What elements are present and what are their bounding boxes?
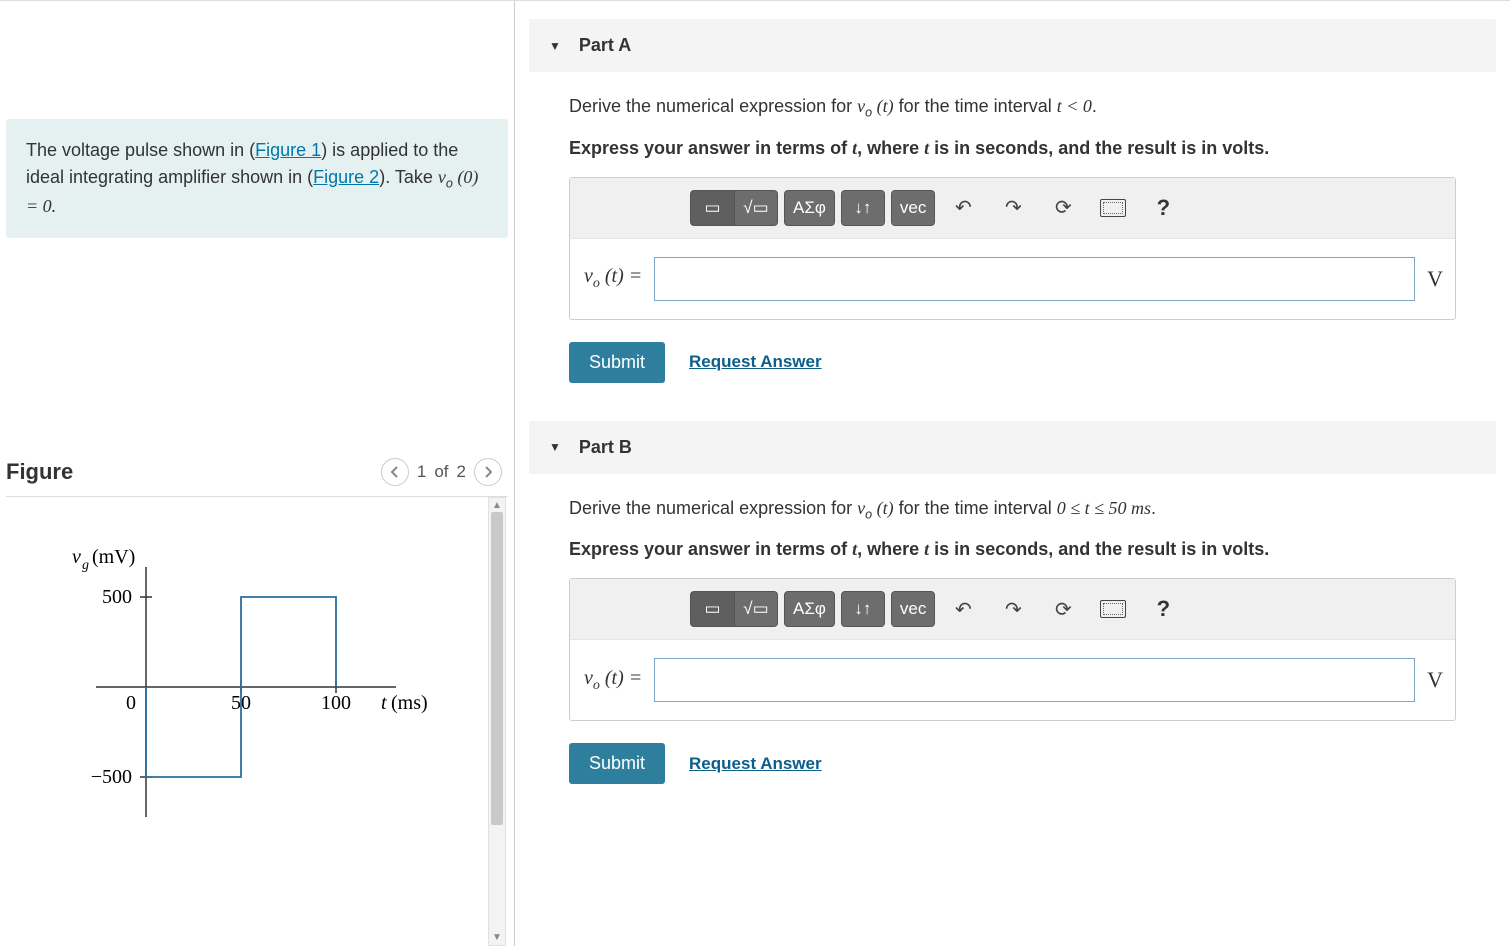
figure-chart: 500 −500 0 50 100 v g (mV) t (ms): [36, 527, 456, 847]
subscript-button[interactable]: ↓↑: [841, 591, 885, 627]
sqrt-button[interactable]: √▭: [734, 591, 778, 627]
v0-sub: o: [446, 177, 453, 191]
scroll-thumb[interactable]: [491, 512, 503, 825]
part-a-instruction: Express your answer in terms of t, where…: [569, 138, 1456, 159]
part-a-header[interactable]: ▼ Part A: [529, 19, 1496, 72]
figure-1-link[interactable]: Figure 1: [255, 140, 321, 160]
keyboard-button[interactable]: [1091, 591, 1135, 627]
answer-lhs: vo (t) =: [582, 667, 642, 694]
unit-label: V: [1427, 266, 1443, 292]
subscript-button[interactable]: ↓↑: [841, 190, 885, 226]
part-a-answer-box: ▭ √▭ ΑΣφ ↓↑ vec ↶ ↷ ⟳ ? vo (t) = V: [569, 177, 1456, 320]
caret-down-icon: ▼: [549, 39, 561, 53]
template-button[interactable]: ▭: [690, 190, 734, 226]
part-b-answer-box: ▭ √▭ ΑΣφ ↓↑ vec ↶ ↷ ⟳ ? vo (t) = V: [569, 578, 1456, 721]
keyboard-icon: [1100, 600, 1126, 618]
template-button[interactable]: ▭: [690, 591, 734, 627]
part-b-answer-input[interactable]: [654, 658, 1415, 702]
figure-scrollbar[interactable]: ▲ ▼: [488, 497, 506, 946]
chevron-right-icon: [484, 466, 492, 478]
sqrt-button[interactable]: √▭: [734, 190, 778, 226]
svg-text:100: 100: [321, 692, 351, 714]
svg-text:t: t: [381, 692, 387, 714]
next-figure-button[interactable]: [474, 458, 502, 486]
part-a-answer-input[interactable]: [654, 257, 1415, 301]
page-total: 2: [457, 462, 466, 482]
problem-text: ). Take: [379, 167, 438, 187]
undo-button[interactable]: ↶: [941, 591, 985, 627]
page-of: of: [434, 462, 448, 482]
scroll-down-icon[interactable]: ▼: [490, 930, 504, 945]
part-b-header[interactable]: ▼ Part B: [529, 421, 1496, 474]
reset-button[interactable]: ⟳: [1041, 190, 1085, 226]
part-b-title: Part B: [579, 437, 632, 458]
answer-lhs: vo (t) =: [582, 265, 642, 292]
greek-button[interactable]: ΑΣφ: [784, 591, 835, 627]
page-current: 1: [417, 462, 426, 482]
vector-button[interactable]: vec: [891, 190, 935, 226]
figure-pager: 1 of 2: [381, 458, 502, 486]
part-a-prompt: Derive the numerical expression for vo (…: [569, 96, 1456, 120]
svg-text:0: 0: [126, 692, 136, 714]
part-b-prompt: Derive the numerical expression for vo (…: [569, 498, 1456, 522]
part-a-submit-button[interactable]: Submit: [569, 342, 665, 383]
figure-header: Figure 1 of 2: [6, 458, 508, 490]
problem-statement: The voltage pulse shown in (Figure 1) is…: [6, 119, 508, 238]
v0-var: v: [438, 167, 446, 187]
part-b-instruction: Express your answer in terms of t, where…: [569, 539, 1456, 560]
undo-button[interactable]: ↶: [941, 190, 985, 226]
vector-button[interactable]: vec: [891, 591, 935, 627]
svg-text:500: 500: [102, 586, 132, 608]
reset-button[interactable]: ⟳: [1041, 591, 1085, 627]
figure-title: Figure: [6, 459, 73, 485]
svg-text:v: v: [72, 546, 81, 568]
redo-button[interactable]: ↷: [991, 190, 1035, 226]
greek-button[interactable]: ΑΣφ: [784, 190, 835, 226]
equation-toolbar: ▭ √▭ ΑΣφ ↓↑ vec ↶ ↷ ⟳ ?: [570, 579, 1455, 640]
left-pane: The voltage pulse shown in (Figure 1) is…: [0, 1, 515, 946]
chevron-left-icon: [391, 466, 399, 478]
right-pane: ▼ Part A Derive the numerical expression…: [515, 1, 1510, 946]
help-button[interactable]: ?: [1141, 190, 1185, 226]
svg-text:(mV): (mV): [92, 546, 135, 568]
svg-text:(ms): (ms): [391, 692, 428, 714]
scroll-up-icon[interactable]: ▲: [490, 498, 504, 513]
redo-button[interactable]: ↷: [991, 591, 1035, 627]
part-b-request-answer-link[interactable]: Request Answer: [689, 754, 822, 774]
keyboard-button[interactable]: [1091, 190, 1135, 226]
part-a-request-answer-link[interactable]: Request Answer: [689, 352, 822, 372]
figure-viewport: 500 −500 0 50 100 v g (mV) t (ms) ▲ ▼: [6, 497, 508, 946]
svg-text:g: g: [82, 558, 89, 573]
keyboard-icon: [1100, 199, 1126, 217]
figure-2-link[interactable]: Figure 2: [313, 167, 379, 187]
prev-figure-button[interactable]: [381, 458, 409, 486]
part-a-title: Part A: [579, 35, 631, 56]
caret-down-icon: ▼: [549, 440, 561, 454]
equation-toolbar: ▭ √▭ ΑΣφ ↓↑ vec ↶ ↷ ⟳ ?: [570, 178, 1455, 239]
svg-text:−500: −500: [91, 766, 132, 788]
part-a: ▼ Part A Derive the numerical expression…: [529, 19, 1496, 391]
help-button[interactable]: ?: [1141, 591, 1185, 627]
problem-text: The voltage pulse shown in (: [26, 140, 255, 160]
part-b-submit-button[interactable]: Submit: [569, 743, 665, 784]
unit-label: V: [1427, 667, 1443, 693]
part-b: ▼ Part B Derive the numerical expression…: [529, 421, 1496, 793]
